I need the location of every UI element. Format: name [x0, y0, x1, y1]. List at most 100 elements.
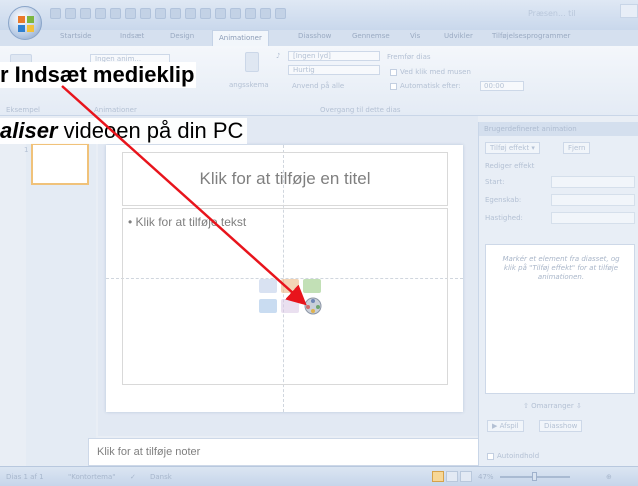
arrange-icon[interactable] — [215, 8, 226, 19]
print-icon[interactable] — [125, 8, 136, 19]
custom-animation-pane: Brugerdefineret animation Tilføj effekt … — [478, 122, 638, 466]
speed-label: Hastighed: — [485, 214, 523, 222]
auto-time-input[interactable]: 00:00 — [480, 81, 524, 91]
autopreview-checkbox[interactable] — [487, 452, 494, 460]
spell-icon[interactable] — [245, 8, 256, 19]
undo-icon[interactable] — [65, 8, 76, 19]
animation-list-hint: Markér et element fra diasset, og klik p… — [502, 255, 620, 281]
tab-startside[interactable]: Startside — [60, 32, 91, 40]
tab-indsaet[interactable]: Indsæt — [120, 32, 144, 40]
window-title: Præsen... til — [528, 9, 576, 18]
film-reel-icon — [304, 297, 322, 315]
transition-gallery[interactable] — [245, 52, 259, 72]
content-placeholder-text: • Klik for at tilføje tekst — [128, 215, 247, 229]
fit-window-icon[interactable]: ⊕ — [606, 473, 612, 481]
insert-picture-icon[interactable] — [259, 299, 277, 313]
table-icon[interactable] — [155, 8, 166, 19]
slide-thumbnail[interactable] — [31, 143, 89, 185]
slide-thumbnail-pane: 1 — [24, 136, 96, 466]
content-placeholder[interactable]: • Klik for at tilføje tekst — [122, 208, 448, 385]
insert-media-clip-icon[interactable] — [303, 296, 323, 316]
redo-icon[interactable] — [80, 8, 91, 19]
instruction-step: r Indsæt medieklip — [0, 62, 197, 88]
ribbon-tabs: Startside Indsæt Design Animationer Dias… — [0, 30, 638, 46]
powerpoint-window: Præsen... til Startside Indsæt Design An… — [0, 0, 638, 486]
picture-icon[interactable] — [185, 8, 196, 19]
start-label: Start: — [485, 178, 505, 186]
insert-smartart-icon[interactable] — [303, 279, 321, 293]
sound-icon: ♪ — [276, 52, 281, 60]
notes-placeholder: Klik for at tilføje noter — [97, 446, 201, 458]
auto-after-checkbox[interactable] — [390, 82, 397, 90]
office-button[interactable] — [8, 6, 42, 40]
window-close-button[interactable] — [620, 4, 638, 18]
remove-effect-button[interactable]: Fjern — [563, 142, 591, 154]
speed-select[interactable] — [551, 212, 635, 224]
slideshow-view-button[interactable] — [460, 471, 472, 482]
start-select[interactable] — [551, 176, 635, 188]
add-effect-button[interactable]: Tilføj effekt ▾ — [485, 142, 540, 154]
on-click-label: Ved klik med musen — [400, 68, 471, 76]
format-icon[interactable] — [230, 8, 241, 19]
clipart-icon[interactable] — [200, 8, 211, 19]
theme-name: "Kontortema" — [68, 473, 116, 481]
sorter-view-button[interactable] — [446, 471, 458, 482]
instruction-locate-rest: videoen på din PC — [57, 118, 244, 143]
layout-label: angsskema — [229, 81, 269, 89]
new-icon[interactable] — [95, 8, 106, 19]
auto-time-value: 00:00 — [484, 82, 505, 90]
insert-table-icon[interactable] — [259, 279, 277, 293]
auto-after-label: Automatisk efter: — [400, 82, 461, 90]
slideshow-button[interactable]: Diasshow — [539, 420, 583, 432]
normal-view-button[interactable] — [432, 471, 444, 482]
autopreview-option[interactable]: Autoindhold — [487, 452, 539, 460]
on-click-checkbox[interactable] — [390, 68, 397, 76]
open-icon[interactable] — [110, 8, 121, 19]
notes-pane[interactable]: Klik for at tilføje noter — [88, 438, 483, 466]
instruction-locate-emphasis: aliser — [0, 118, 58, 143]
apply-all-button[interactable]: Anvend på alle — [292, 82, 344, 90]
dropdown-icon[interactable] — [275, 8, 286, 19]
tab-diasshow[interactable]: Diasshow — [298, 32, 331, 40]
group-preview-label: Eksempel — [6, 106, 40, 114]
animation-list[interactable]: Markér et element fra diasset, og klik p… — [485, 244, 635, 394]
slide-counter: Dias 1 af 1 — [6, 473, 44, 481]
zoom-slider-handle[interactable] — [532, 472, 537, 481]
insert-clipart-icon[interactable] — [281, 299, 299, 313]
add-effect-label: Tilføj effekt — [490, 144, 530, 152]
office-logo-icon — [18, 16, 34, 32]
insert-chart-icon[interactable] — [281, 279, 299, 293]
instruction-locate: aliser videoen på din PC — [0, 118, 248, 144]
title-placeholder[interactable]: Klik for at tilføje en titel — [122, 152, 448, 206]
quick-access-toolbar — [50, 8, 286, 19]
insert-content-icons — [259, 279, 329, 329]
reorder-control[interactable]: ⇧ Omarranger ⇩ — [523, 402, 582, 410]
play-button[interactable]: ▶ Afspil — [487, 420, 524, 432]
thumbnail-number: 1 — [24, 146, 29, 154]
tab-design[interactable]: Design — [170, 32, 194, 40]
property-select[interactable] — [551, 194, 635, 206]
zoom-level: 47% — [478, 473, 494, 481]
advance-slide-label: Fremfør dias — [387, 53, 431, 61]
tab-tilfoejelser[interactable]: Tilføjelsesprogrammer — [492, 32, 570, 40]
tab-udvikler[interactable]: Udvikler — [444, 32, 473, 40]
on-click-option[interactable]: Ved klik med musen — [390, 68, 471, 76]
status-bar: Dias 1 af 1 "Kontortema" ✓ Dansk 47% ⊕ — [0, 466, 638, 486]
language-indicator: Dansk — [150, 473, 172, 481]
save-icon[interactable] — [50, 8, 61, 19]
title-bar: Præsen... til — [0, 0, 638, 40]
chart-icon[interactable] — [170, 8, 181, 19]
transition-sound-select[interactable]: [Ingen lyd] — [288, 51, 380, 61]
auto-after-option[interactable]: Automatisk efter: — [390, 82, 461, 90]
tab-gennemse[interactable]: Gennemse — [352, 32, 390, 40]
transition-speed-value: Hurtig — [293, 66, 315, 74]
task-pane-title: Brugerdefineret animation — [479, 122, 638, 136]
zoom-icon[interactable] — [260, 8, 271, 19]
shape-icon[interactable] — [140, 8, 151, 19]
tab-animationer[interactable]: Animationer — [212, 30, 269, 46]
transition-speed-select[interactable]: Hurtig — [288, 65, 380, 75]
slide-canvas[interactable]: Klik for at tilføje en titel • Klik for … — [106, 145, 463, 412]
spelling-icon[interactable]: ✓ — [130, 473, 136, 481]
tab-vis[interactable]: Vis — [410, 32, 420, 40]
transition-sound-value: [Ingen lyd] — [293, 52, 331, 60]
